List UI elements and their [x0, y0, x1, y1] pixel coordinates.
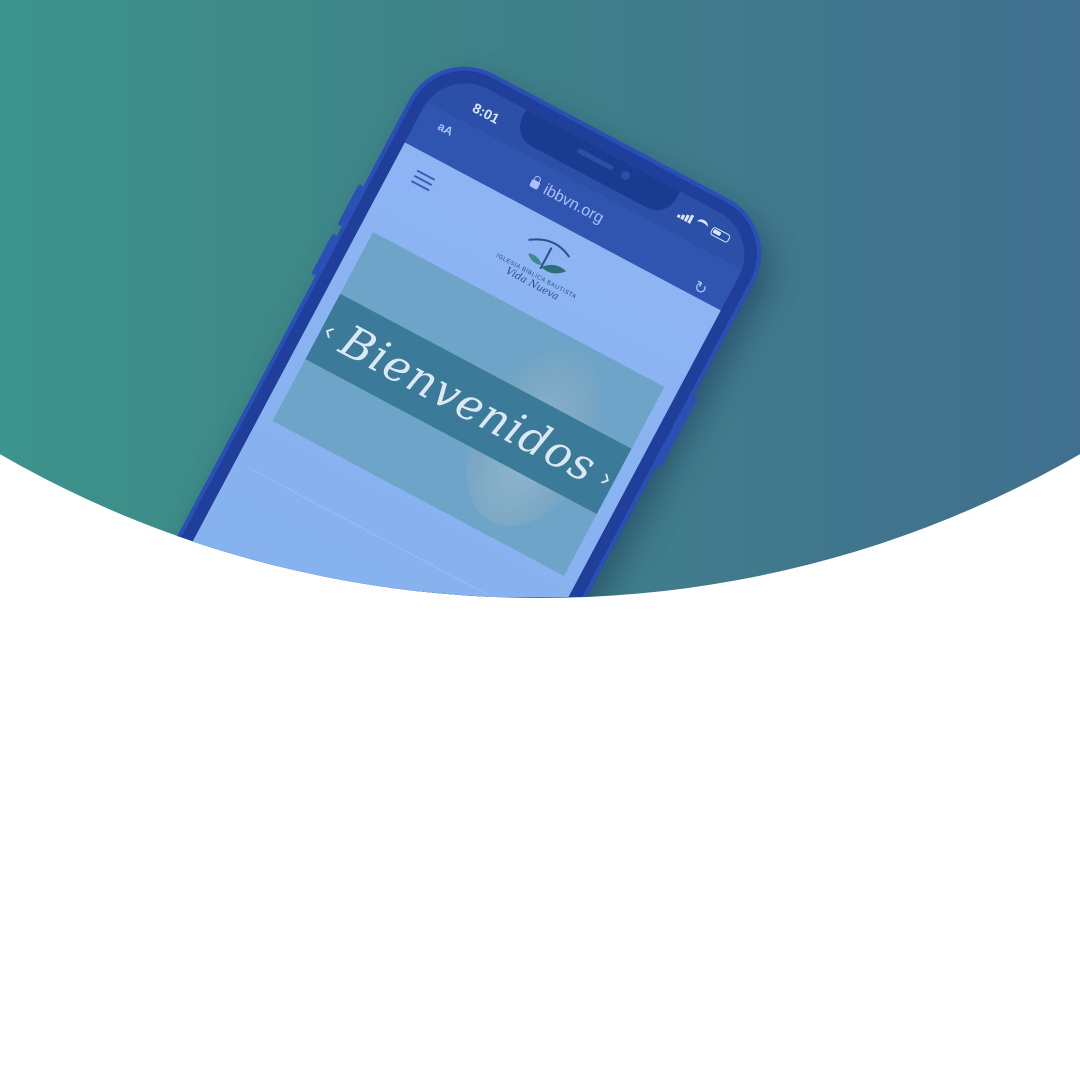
phone-screen: 8:01 aA ibbvn.org ↻ IGLESIA BÍBLICA BAUT…: [84, 66, 762, 597]
volume-button: [311, 233, 338, 277]
volume-button: [337, 183, 364, 227]
phone-mockup: 8:01 aA ibbvn.org ↻ IGLESIA BÍBLICA BAUT…: [62, 44, 783, 597]
speaker-grille: [576, 147, 614, 171]
lock-icon: [528, 178, 541, 191]
hero-slider[interactable]: Bienvenidos ‹ ›: [272, 231, 665, 576]
menu-icon[interactable]: [410, 169, 436, 192]
status-icons: [676, 208, 732, 244]
wifi-icon: [694, 217, 710, 232]
camera-icon: [619, 169, 632, 182]
status-time: 8:01: [469, 99, 503, 127]
battery-icon: [709, 225, 732, 244]
text-size-button[interactable]: aA: [435, 119, 455, 139]
signal-icon: [676, 208, 695, 224]
phone-mockup-clip: 8:01 aA ibbvn.org ↻ IGLESIA BÍBLICA BAUT…: [0, 0, 1080, 597]
